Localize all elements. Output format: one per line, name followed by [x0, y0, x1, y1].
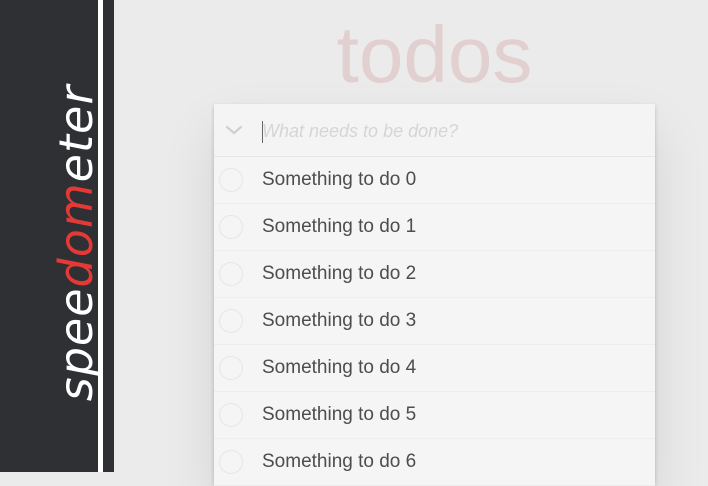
logo-text-end: eter [49, 84, 103, 183]
logo-text-accent: dom [49, 182, 103, 288]
todo-checkbox[interactable] [219, 403, 243, 427]
todo-item[interactable]: Something to do 1 [214, 204, 655, 251]
chevron-down-icon [225, 125, 243, 135]
toggle-all-button[interactable] [222, 118, 246, 142]
todo-checkbox[interactable] [219, 215, 243, 239]
todo-label[interactable]: Something to do 1 [262, 216, 416, 238]
todo-item[interactable]: Something to do 4 [214, 345, 655, 392]
sidebar-edge [103, 0, 114, 472]
todo-label[interactable]: Something to do 5 [262, 404, 416, 426]
todo-item[interactable]: Something to do 5 [214, 392, 655, 439]
logo-text-start: spee [49, 287, 103, 402]
page-title: todos [336, 10, 533, 99]
todo-label[interactable]: Something to do 3 [262, 310, 416, 332]
speedometer-logo: speedometer [49, 85, 103, 402]
todo-checkbox[interactable] [219, 168, 243, 192]
text-cursor [262, 121, 263, 143]
todo-checkbox[interactable] [219, 262, 243, 286]
todo-checkbox[interactable] [219, 450, 243, 474]
todo-item[interactable]: Something to do 6 [214, 439, 655, 486]
new-todo-row [214, 104, 655, 157]
todo-item[interactable]: Something to do 2 [214, 251, 655, 298]
todo-item[interactable]: Something to do 3 [214, 298, 655, 345]
todo-app: Something to do 0 Something to do 1 Someth… [214, 104, 655, 486]
todo-label[interactable]: Something to do 0 [262, 169, 416, 191]
todo-label[interactable]: Something to do 2 [262, 263, 416, 285]
todo-item[interactable]: Something to do 0 [214, 157, 655, 204]
todo-checkbox[interactable] [219, 356, 243, 380]
todo-checkbox[interactable] [219, 309, 243, 333]
todo-list: Something to do 0 Something to do 1 Someth… [214, 157, 655, 486]
todo-label[interactable]: Something to do 4 [262, 357, 416, 379]
new-todo-input[interactable] [262, 118, 642, 144]
todo-label[interactable]: Something to do 6 [262, 451, 416, 473]
sidebar: speedometer [0, 0, 114, 472]
